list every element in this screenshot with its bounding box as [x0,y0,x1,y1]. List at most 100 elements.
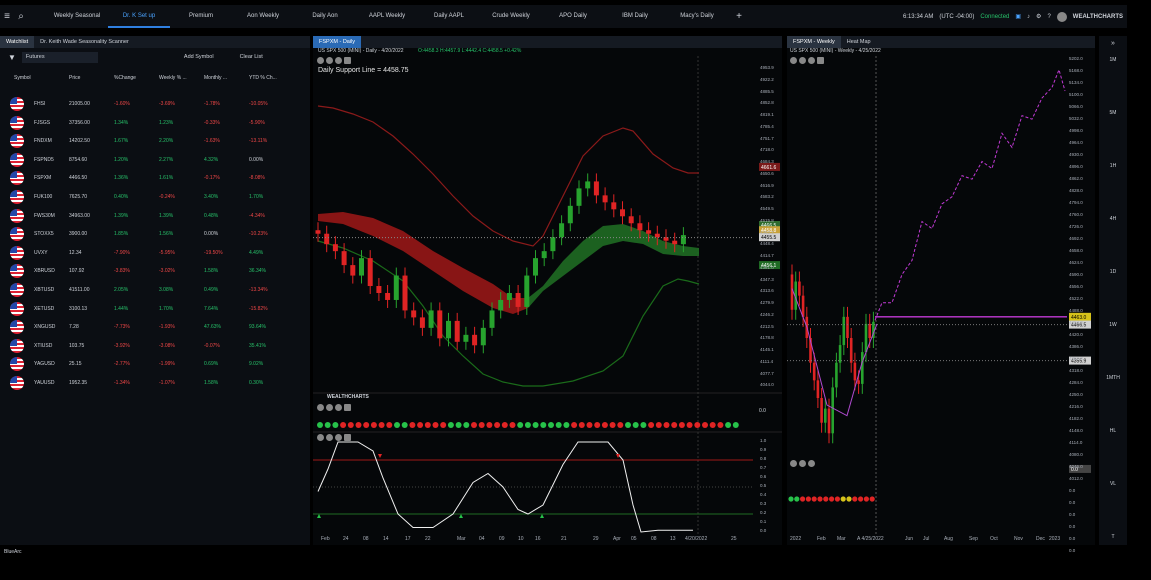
timeframe-5m[interactable]: 5M [1099,110,1127,116]
timeframe-1w[interactable]: 1W [1099,322,1127,328]
cell: 1.39% [159,212,174,219]
watchlist-row[interactable]: STOXX5 3900.00 1.85% 1.56% 0.00% -10.23% [0,225,310,243]
timeframe-1mth[interactable]: 1MTH [1099,375,1127,381]
axis-tick-label: 4448.4 [760,241,774,247]
watchlist-row[interactable]: FSPXM 4466.50 1.36% 1.61% -0.17% -8.08% [0,169,310,187]
stoch-controls[interactable] [317,434,351,441]
watchlist-row[interactable]: XBRUSD 107.92 -3.83% -3.02% 1.58% 36.34% [0,262,310,280]
cell: 37356.00 [69,119,90,126]
avatar[interactable] [1056,11,1067,22]
signal-dot [386,422,393,428]
us-flag-icon [10,190,24,204]
watchlist-row[interactable]: XTIUSD 103.75 -3.92% -3.08% -0.07% 35.41% [0,337,310,355]
watchlist-row[interactable]: FUK100 7625.70 0.40% -0.24% 3.40% 1.70% [0,188,310,206]
layout-tab[interactable]: Crude Weekly [480,5,542,28]
watchlist-row[interactable]: FJSGS 37356.00 1.34% 1.23% -0.33% -5.90% [0,114,310,132]
watchlist-row[interactable]: FWS30M 34963.00 1.39% 1.39% 0.48% -4.34% [0,207,310,225]
timeframe-t[interactable]: T [1099,534,1127,540]
add-tab-icon[interactable]: + [732,11,746,22]
layout-tab[interactable]: Daily AAPL [418,5,480,28]
x-tick-label: A 4/25/2022 [857,536,884,542]
axis-tick-label: 1.0 [760,438,767,443]
add-symbol-button[interactable]: Add Symbol [184,54,214,60]
cell: FHSI [34,101,46,107]
indicator-controls[interactable] [317,404,351,411]
watchlist-row[interactable]: YAUUSD 1952.35 -1.34% -1.07% 1.58% 0.30% [0,374,310,392]
x-tick-label: 08 [651,536,657,542]
candle [446,320,451,339]
watchlist-row[interactable]: XNGUSD 7.28 -7.73% -1.93% 47.63% 93.64% [0,318,310,336]
collapse-icon[interactable]: » [1099,40,1127,47]
wealthcharts-logo: WEALTHCHARTS [327,394,369,400]
axis-tick-label: 4964.0 [1069,140,1083,145]
signal-dot [863,496,869,502]
layout-tab[interactable]: IBM Daily [604,5,666,28]
signal-dot [725,422,732,428]
candle [367,258,373,287]
timeframe-vl[interactable]: VL [1099,481,1127,487]
timeframe-1m[interactable]: 1M [1099,57,1127,63]
timeframe-1d[interactable]: 1D [1099,269,1127,275]
candle [602,195,608,203]
save-icon[interactable]: ▣ [1015,13,1021,20]
candle [846,316,849,338]
x-tick-label: 2022 [790,536,802,542]
signal-dot [655,422,662,428]
filter-icon[interactable]: ▼ [8,53,16,62]
bell-icon[interactable]: ♪ [1027,14,1030,20]
x-tick-label: Feb [321,536,330,542]
us-flag-icon [10,227,24,242]
clear-list-button[interactable]: Clear List [240,54,263,60]
watchlist-row[interactable]: FSPND5 8754.60 1.20% 2.27% 4.32% 0.00% [0,151,310,169]
help-icon[interactable]: ? [1047,14,1050,20]
axis-tick-label: 4080.0 [1069,452,1083,457]
signal-dot [363,422,370,428]
signal-dot [578,422,585,428]
signal-dot [617,422,624,428]
weekly-indicator-controls[interactable] [790,460,815,467]
watchlist-row[interactable]: UVXY 12.34 -7.90% -5.95% -19.50% 4.49% [0,244,310,262]
col-change[interactable]: %Change [114,75,159,81]
tab-watchlist[interactable]: Watchlist [0,36,35,48]
watchlist-row[interactable]: XBTUSD 41511.00 2.05% 3.08% 0.49% -13.34% [0,281,310,299]
candle [428,310,434,328]
col-monthly[interactable]: Monthly ... [204,75,249,81]
col-ytd[interactable]: YTD % Ch... [249,75,294,81]
watchlist-row[interactable]: FHSI 21005.00 -1.60% -3.69% -1.78% -10.05% [0,95,310,113]
gear-icon[interactable]: ⚙ [1036,13,1041,20]
search-icon[interactable]: ⌕ [14,11,28,22]
col-symbol[interactable]: Symbol [14,75,69,81]
layout-tab[interactable]: Aon Weekly [232,5,294,28]
cell: XETUSD [34,305,55,312]
cell: 0.49% [204,287,219,293]
menu-icon[interactable]: ≡ [0,11,14,22]
timeframe-4h[interactable]: 4H [1099,216,1127,222]
layout-tab[interactable]: Daily Aon [294,5,356,28]
cell: -15.82% [249,305,268,312]
tab-scanner[interactable]: Dr. Keith Wade Seasonality Scanner [34,36,135,48]
daily-price-chart[interactable]: 4661.64466.54458.84455.54456.1 [313,36,782,545]
layout-tab[interactable]: Weekly Seasonal [46,5,108,28]
layout-tab[interactable]: APO Daily [542,5,604,28]
watchlist-row[interactable]: FNDXM 14202.50 1.67% 2.20% -1.63% -13.11% [0,132,310,150]
x-tick-label: 04 [479,536,485,542]
cell: 4466.50 [69,175,88,182]
layout-tab[interactable]: Premium [170,5,232,28]
watchlist-row[interactable]: XETUSD 3100.13 1.44% 1.70% 7.64% -15.82% [0,300,310,318]
list-select[interactable]: Futures [21,51,98,63]
col-weekly[interactable]: Weekly % ... [159,75,204,81]
timezone[interactable]: (UTC -04:00) [939,14,974,20]
layout-tab[interactable]: Dr. K Set up [108,5,170,28]
signal-dot [852,496,858,502]
layout-tab[interactable]: Macy's Daily [666,5,728,28]
weekly-price-chart[interactable]: 4463.04466.54355.90.0 [787,36,1095,545]
timeframe-hl[interactable]: HL [1099,428,1127,434]
timeframe-1h[interactable]: 1H [1099,163,1127,169]
watchlist-row[interactable]: YAGUSD 25.15 -2.77% -1.99% 0.69% 9.02% [0,355,310,373]
candle [827,408,831,434]
signal-dot [811,496,817,502]
layout-tab[interactable]: AAPL Weekly [356,5,418,28]
signal-dot [424,422,431,428]
cell: 4.49% [249,249,264,256]
col-price[interactable]: Price [69,75,114,81]
